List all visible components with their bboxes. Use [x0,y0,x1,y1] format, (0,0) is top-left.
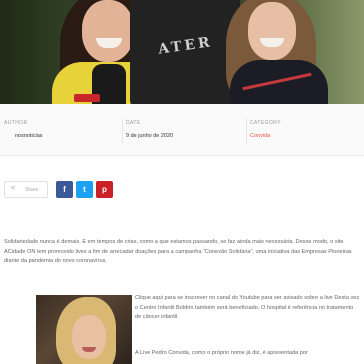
facebook-share-button[interactable]: f [56,181,73,198]
hero-image: ATER [0,0,364,104]
meta-category-value[interactable]: Convida [250,133,281,139]
meta-date-label: DATE [126,120,141,126]
meta-date: DATE 9 de junho de 2020 [126,120,173,139]
share-widget[interactable]: < Share [4,181,48,198]
meta-author-value[interactable]: nosnoticias [15,133,43,139]
meta-author: AUTHOR nosnoticias [4,120,43,139]
meta-category-label: CATEGORY [250,120,281,126]
person-left-face [82,0,134,62]
post-meta: AUTHOR nosnoticias DATE 9 de junho de 20… [0,104,364,156]
meta-category: CATEGORY Convida [250,120,281,139]
meta-divider [122,118,123,144]
twitter-icon: t [83,185,86,194]
facebook-icon: f [63,185,66,194]
article-inline-image [36,295,132,364]
article-paragraph-link[interactable]: Clique aqui para se inscrever no canal d… [135,294,360,323]
meta-divider [246,118,247,144]
article-paragraph: A Live Pedro Convida, como o próprio nom… [135,350,308,356]
person-right-face [248,2,296,60]
photo-face [72,315,106,359]
shirt-logo [74,94,100,102]
share-icon: < [11,185,16,192]
meta-date-value: 9 de junho de 2020 [126,133,174,139]
pinterest-share-button[interactable]: p [96,181,113,198]
meta-author-label: AUTHOR [4,120,28,126]
twitter-share-button[interactable]: t [76,181,93,198]
share-label: Share [25,187,39,193]
pinterest-icon: p [102,185,107,194]
article-paragraph: Solidariedade nunca é demais. E em tempo… [4,239,352,265]
